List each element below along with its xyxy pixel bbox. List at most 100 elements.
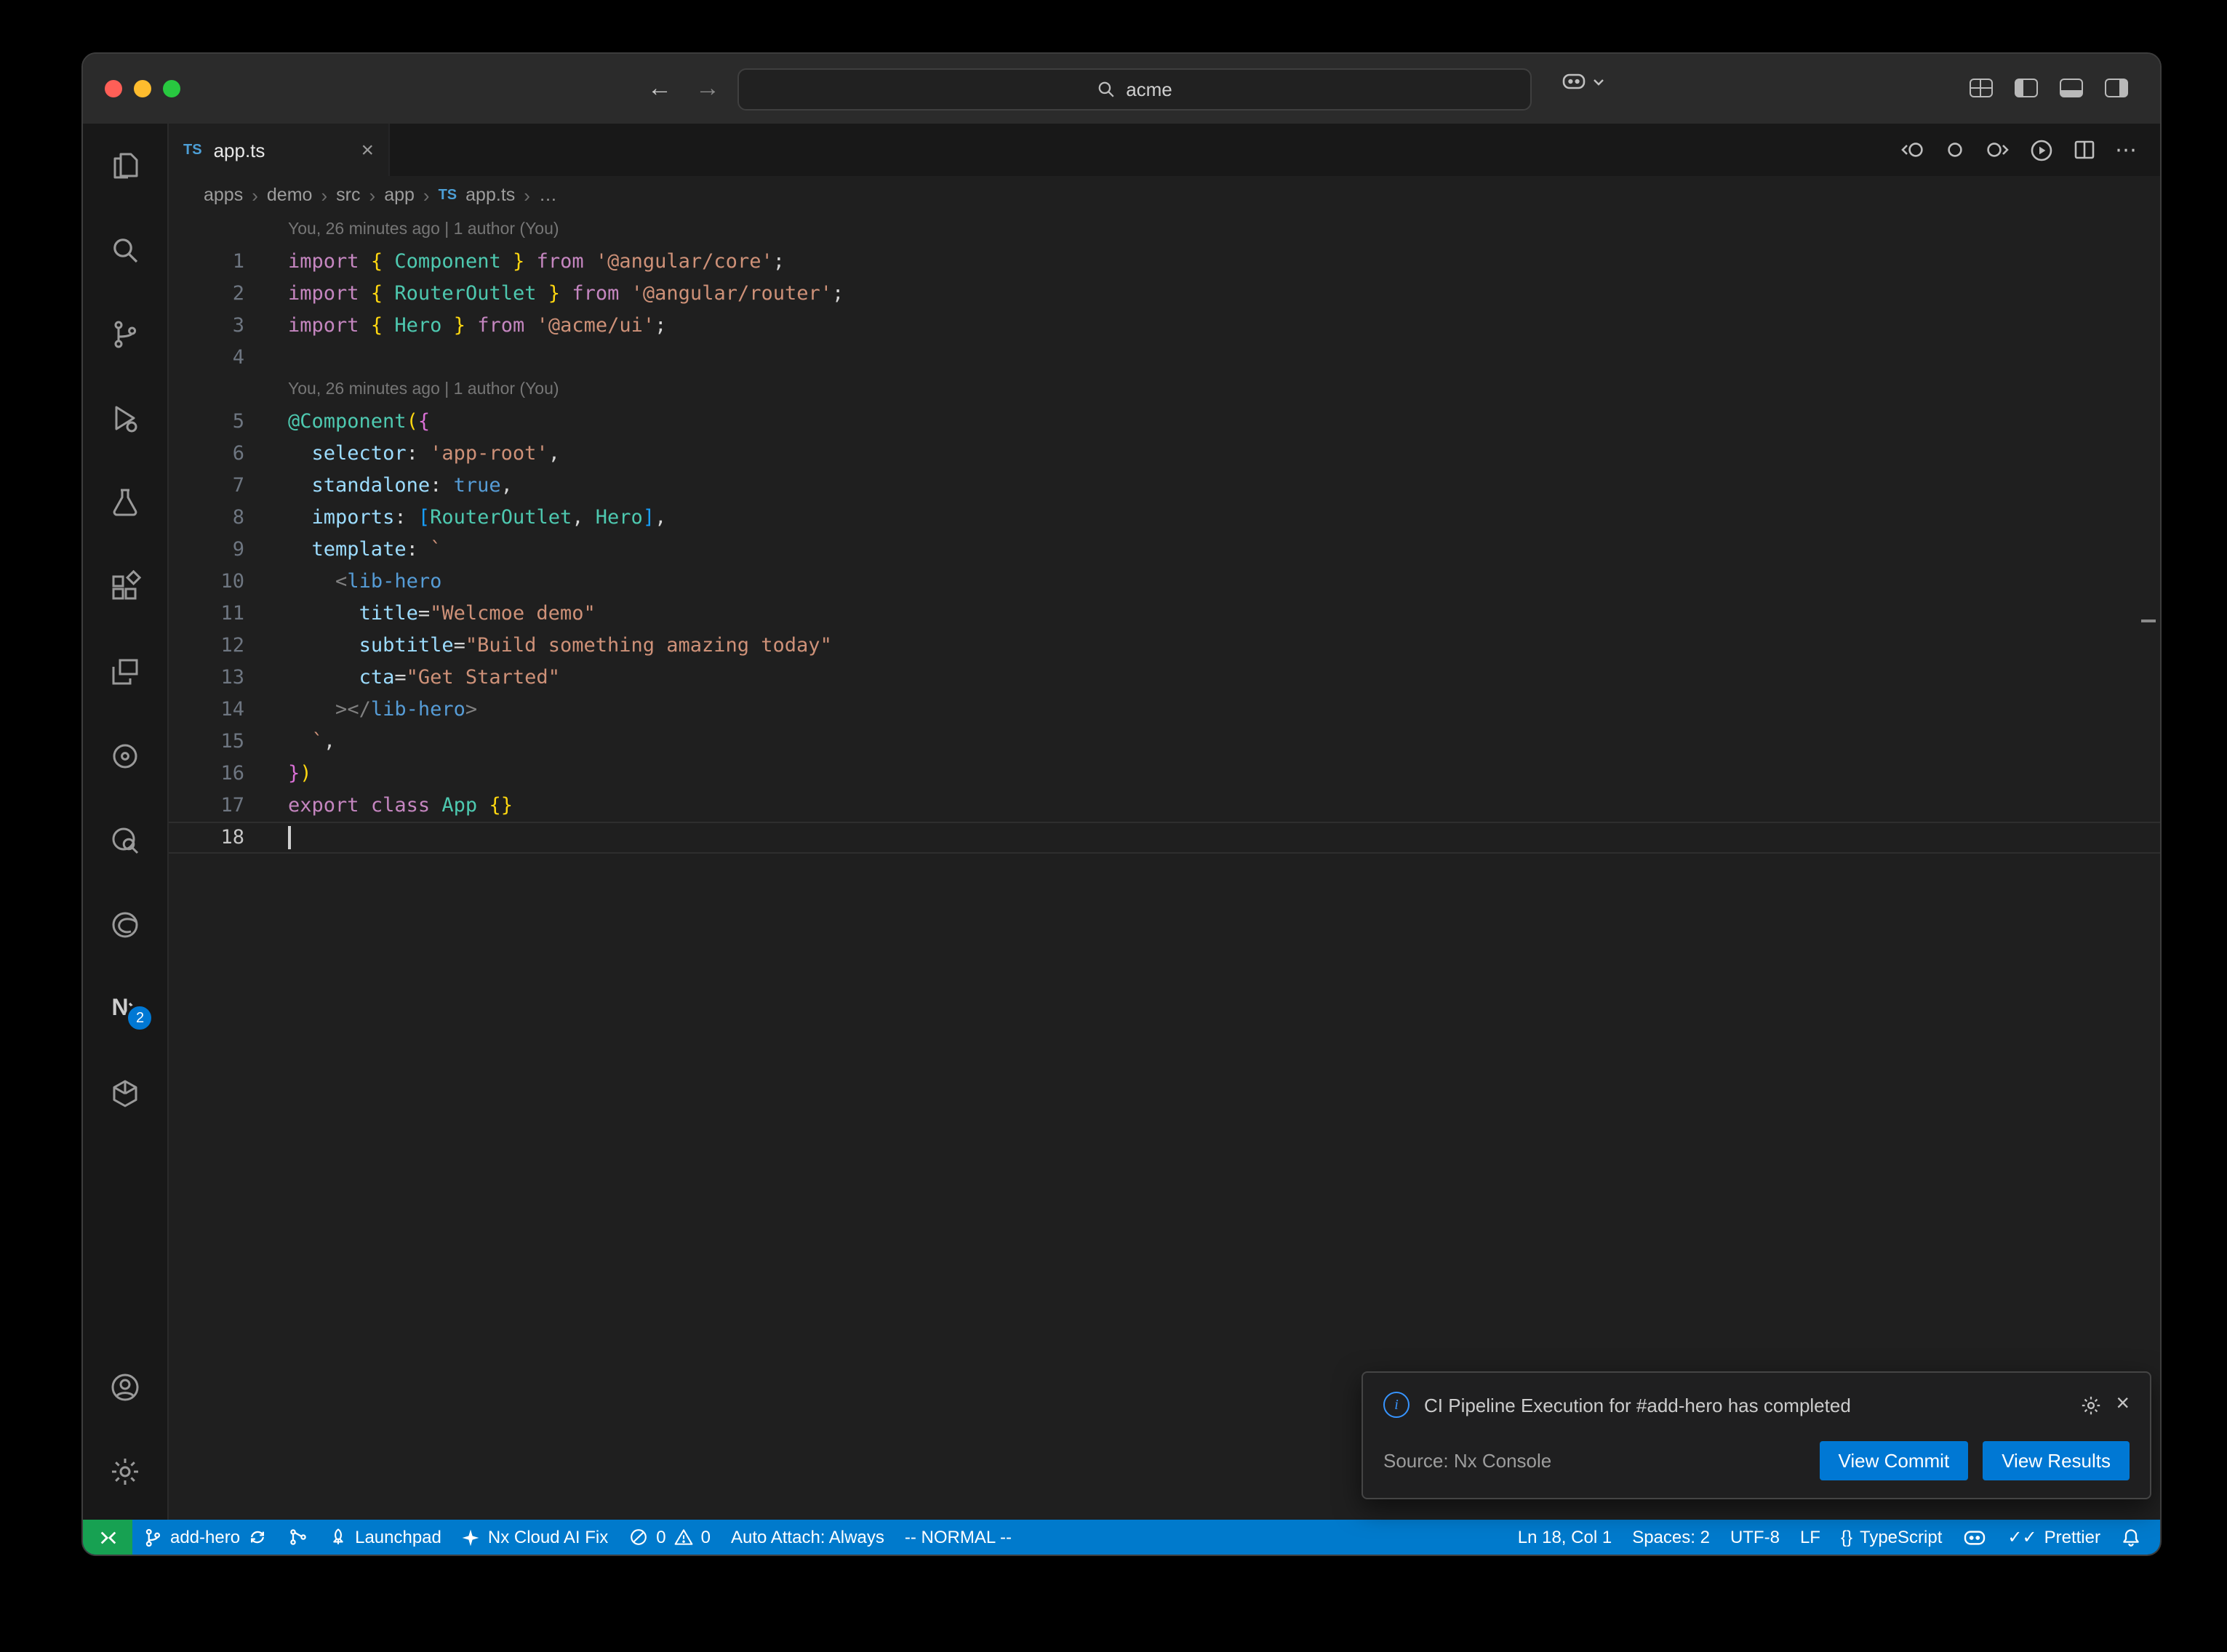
gitlens-inspect-icon[interactable] [83, 798, 167, 883]
breadcrumb-item[interactable]: src [336, 185, 360, 205]
customize-layout-icon[interactable] [1970, 79, 1993, 97]
status-launchpad[interactable]: Launchpad [319, 1520, 452, 1555]
remote-windows-icon[interactable] [83, 630, 167, 714]
close-window-button[interactable] [105, 80, 122, 97]
info-icon: i [1383, 1392, 1410, 1418]
view-results-button[interactable]: View Results [1983, 1441, 2130, 1480]
compare-change-icon[interactable] [1943, 138, 1967, 161]
code-token: import [288, 282, 359, 305]
breadcrumb-more[interactable]: … [539, 185, 557, 205]
blame-row[interactable]: You, 26 minutes ago | 1 author (You) [169, 374, 2160, 406]
zoom-window-button[interactable] [163, 80, 180, 97]
view-commit-button[interactable]: View Commit [1820, 1441, 1969, 1480]
code-row[interactable]: 13 cta="Get Started" [169, 662, 2160, 694]
code-token [619, 282, 631, 305]
code-row[interactable]: 18 [169, 822, 2160, 854]
nx-cloud-label: Nx Cloud AI Fix [488, 1527, 608, 1547]
notification-settings-gear-icon[interactable] [2079, 1394, 2101, 1416]
status-branch[interactable]: add-hero [132, 1520, 278, 1555]
status-notifications[interactable] [2111, 1520, 2151, 1555]
code-row[interactable]: 17export class App {} [169, 790, 2160, 822]
blame-row[interactable]: You, 26 minutes ago | 1 author (You) [169, 214, 2160, 246]
status-nx-cloud-fix[interactable]: Nx Cloud AI Fix [452, 1520, 618, 1555]
run-debug-icon[interactable] [83, 377, 167, 461]
edge-devtools-icon[interactable] [83, 883, 167, 967]
run-file-icon[interactable] [2029, 137, 2054, 162]
notification-close-icon[interactable]: × [2116, 1392, 2130, 1418]
code-row[interactable]: 11 title="Welcmoe demo" [169, 598, 2160, 630]
editor-group: TS app.ts × ⋯ apps › [169, 124, 2160, 1520]
containers-icon[interactable] [83, 1051, 167, 1136]
status-cursor-position[interactable]: Ln 18, Col 1 [1508, 1520, 1622, 1555]
testing-icon[interactable] [83, 461, 167, 545]
code-token [288, 602, 359, 625]
status-prettier[interactable]: ✓✓ Prettier [1997, 1520, 2111, 1555]
command-center-search[interactable]: acme [737, 68, 1532, 111]
more-actions-icon[interactable]: ⋯ [2115, 137, 2137, 163]
previous-change-icon[interactable] [1900, 138, 1924, 161]
code-token: , [548, 442, 560, 465]
remote-indicator[interactable] [83, 1520, 132, 1555]
code-row[interactable]: 6 selector: 'app-root', [169, 438, 2160, 470]
account-icon[interactable] [83, 1345, 167, 1430]
breadcrumb-file[interactable]: app.ts [465, 185, 515, 205]
code-row[interactable]: 8 imports: [RouterOutlet, Hero], [169, 502, 2160, 534]
status-commit-graph[interactable] [278, 1520, 319, 1555]
nx-console-icon[interactable]: N 2 [83, 967, 167, 1051]
code-row[interactable]: 4 [169, 342, 2160, 374]
breadcrumb-item[interactable]: demo [267, 185, 313, 205]
code-token: = [418, 602, 430, 625]
code-row[interactable]: 14 ></lib-hero> [169, 694, 2160, 726]
toggle-panel-icon[interactable] [2060, 79, 2083, 97]
minimize-window-button[interactable] [134, 80, 151, 97]
code-row[interactable]: 15 `, [169, 726, 2160, 758]
code-row[interactable]: 5@Component({ [169, 406, 2160, 438]
line-number: 18 [169, 822, 244, 854]
extensions-icon[interactable] [83, 545, 167, 630]
code-line [288, 822, 290, 854]
vscode-window: ← → acme [81, 52, 2162, 1556]
toggle-primary-sidebar-icon[interactable] [2015, 79, 2038, 97]
code-token: ; [655, 314, 666, 337]
chevron-right-icon: › [369, 184, 376, 206]
code-token [383, 314, 394, 337]
search-sidebar-icon[interactable] [83, 208, 167, 292]
code-row[interactable]: 2import { RouterOutlet } from '@angular/… [169, 278, 2160, 310]
code-row[interactable]: 7 standalone: true, [169, 470, 2160, 502]
code-editor[interactable]: You, 26 minutes ago | 1 author (You)1imp… [169, 214, 2160, 1520]
split-editor-icon[interactable] [2073, 138, 2096, 161]
toggle-secondary-sidebar-icon[interactable] [2105, 79, 2128, 97]
code-row[interactable]: 1import { Component } from '@angular/cor… [169, 246, 2160, 278]
code-row[interactable]: 9 template: ` [169, 534, 2160, 566]
next-change-icon[interactable] [1986, 138, 2010, 161]
code-line: @Component({ [288, 406, 430, 438]
copilot-menu-button[interactable] [1561, 71, 1604, 92]
gitlens-icon[interactable] [83, 714, 167, 798]
status-language[interactable]: {} TypeScript [1831, 1520, 1952, 1555]
breadcrumb-item[interactable]: app [384, 185, 415, 205]
status-indentation[interactable]: Spaces: 2 [1622, 1520, 1720, 1555]
forward-icon[interactable]: → [695, 74, 720, 103]
tab-app-ts[interactable]: TS app.ts × [169, 124, 390, 176]
code-token: cta [359, 666, 395, 689]
settings-gear-icon[interactable] [83, 1430, 167, 1514]
status-eol[interactable]: LF [1790, 1520, 1831, 1555]
breadcrumb-item[interactable]: apps [204, 185, 243, 205]
status-problems[interactable]: 0 0 [618, 1520, 721, 1555]
explorer-icon[interactable] [83, 124, 167, 208]
code-token: @Component [288, 410, 407, 433]
source-control-icon[interactable] [83, 292, 167, 377]
status-copilot[interactable] [1952, 1520, 1997, 1555]
code-row[interactable]: 16}) [169, 758, 2160, 790]
status-auto-attach[interactable]: Auto Attach: Always [721, 1520, 895, 1555]
tab-close-icon[interactable]: × [361, 137, 374, 162]
back-icon[interactable]: ← [647, 74, 672, 103]
code-row[interactable]: 3import { Hero } from '@acme/ui'; [169, 310, 2160, 342]
code-row[interactable]: 10 <lib-hero [169, 566, 2160, 598]
status-encoding[interactable]: UTF-8 [1720, 1520, 1790, 1555]
status-vim-mode[interactable]: -- NORMAL -- [895, 1520, 1022, 1555]
code-row[interactable]: 12 subtitle="Build something amazing tod… [169, 630, 2160, 662]
code-token: '@acme/ui' [537, 314, 655, 337]
line-number: 9 [169, 534, 244, 566]
code-token: ` [312, 730, 324, 753]
